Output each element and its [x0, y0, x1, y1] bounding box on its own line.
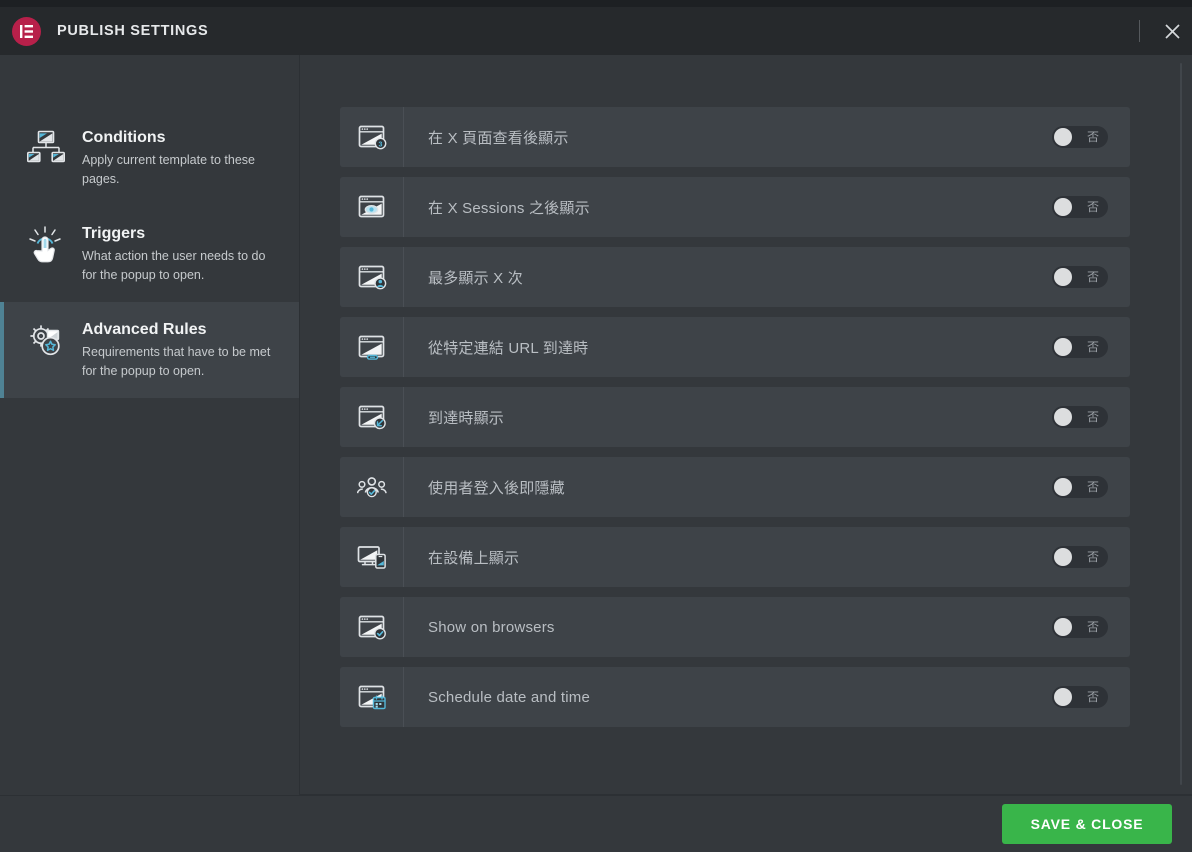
rule-row: 使用者登入後即隱藏 否 — [340, 457, 1130, 517]
toggle-knob — [1054, 128, 1072, 146]
toggle-show-after-x-page-views[interactable]: 否 — [1052, 126, 1108, 148]
sidebar-item-title: Triggers — [82, 225, 146, 242]
users-group-icon — [340, 457, 404, 517]
rule-row: 最多顯示 X 次 否 — [340, 247, 1130, 307]
rule-row: 到達時顯示 否 — [340, 387, 1130, 447]
toggle-knob — [1054, 268, 1072, 286]
sidebar: Conditions Apply current template to the… — [0, 55, 300, 795]
rule-label: 到達時顯示 — [428, 409, 505, 427]
toggle-show-after-x-sessions[interactable]: 否 — [1052, 196, 1108, 218]
sidebar-item-desc: Apply current template to these pages. — [82, 153, 256, 186]
toggle-label: 否 — [1086, 200, 1099, 214]
rule-row: Show on browsers 否 — [340, 597, 1130, 657]
toggle-label: 否 — [1086, 130, 1099, 144]
rule-switch-cell: 否 — [1052, 317, 1130, 377]
click-hand-icon — [23, 223, 69, 264]
toggle-label: 否 — [1086, 690, 1099, 704]
toggle-knob — [1054, 618, 1072, 636]
rule-switch-cell: 否 — [1052, 527, 1130, 587]
rule-switch-cell: 否 — [1052, 247, 1130, 307]
rule-label: 在設備上顯示 — [428, 549, 520, 567]
sitemap-screens-icon — [23, 127, 69, 166]
sidebar-item-title: Conditions — [82, 129, 166, 146]
toggle-knob — [1054, 338, 1072, 356]
rule-label: Schedule date and time — [428, 688, 591, 706]
toggle-show-on-devices[interactable]: 否 — [1052, 546, 1108, 568]
rule-row: 3 在 X 頁面查看後顯示 否 — [340, 107, 1130, 167]
elementor-logo-icon — [12, 16, 41, 46]
toggle-knob — [1054, 198, 1072, 216]
rule-switch-cell: 否 — [1052, 387, 1130, 447]
sidebar-item-text: Conditions Apply current template to the… — [69, 127, 277, 189]
toggle-knob — [1054, 688, 1072, 706]
rule-row: 從特定連結 URL 到達時 否 — [340, 317, 1130, 377]
sidebar-item-desc: Requirements that have to be met for the… — [82, 345, 271, 378]
content-scrollbar[interactable] — [1180, 63, 1182, 785]
toggle-show-on-browsers[interactable]: 否 — [1052, 616, 1108, 638]
rule-row: 在 X Sessions 之後顯示 否 — [340, 177, 1130, 237]
rule-label: 從特定連結 URL 到達時 — [428, 339, 589, 357]
sidebar-item-text: Triggers What action the user needs to d… — [69, 223, 277, 285]
rule-label: 使用者登入後即隱藏 — [428, 479, 565, 497]
toggle-label: 否 — [1086, 270, 1099, 284]
rule-row: Schedule date and time 否 — [340, 667, 1130, 727]
rule-switch-cell: 否 — [1052, 177, 1130, 237]
rule-label: Show on browsers — [428, 618, 555, 636]
toggle-label: 否 — [1086, 550, 1099, 564]
browser-check-icon — [340, 597, 404, 657]
svg-text:3: 3 — [378, 141, 382, 148]
toggle-show-on-arrival[interactable]: 否 — [1052, 406, 1108, 428]
browser-eye-icon — [340, 177, 404, 237]
modal-footer: SAVE & CLOSE — [0, 795, 1192, 852]
browser-arrow-icon — [340, 387, 404, 447]
sidebar-item-triggers[interactable]: Triggers What action the user needs to d… — [0, 206, 299, 302]
toggle-label: 否 — [1086, 480, 1099, 494]
rules-panel: 3 在 X 頁面查看後顯示 否 在 X Sessions 之後顯示 否 最多顯示… — [300, 55, 1192, 795]
toggle-knob — [1054, 478, 1072, 496]
toggle-knob — [1054, 408, 1072, 426]
toggle-show-up-to-x-times[interactable]: 否 — [1052, 266, 1108, 288]
header-divider — [1139, 20, 1140, 42]
modal-header: PUBLISH SETTINGS — [0, 7, 1192, 55]
modal-body: Conditions Apply current template to the… — [0, 55, 1192, 795]
toggle-when-arriving-from-url[interactable]: 否 — [1052, 336, 1108, 358]
close-button[interactable] — [1152, 7, 1192, 55]
browser-link-icon — [340, 317, 404, 377]
sidebar-item-title: Advanced Rules — [82, 321, 207, 338]
publish-settings-modal: PUBLISH SETTINGS Conditions Apply curren… — [0, 0, 1192, 852]
rule-switch-cell: 否 — [1052, 597, 1130, 657]
browser-calendar-icon — [340, 667, 404, 727]
page-title: PUBLISH SETTINGS — [57, 23, 209, 39]
page-background-strip — [0, 0, 1192, 7]
devices-icon — [340, 527, 404, 587]
sidebar-item-conditions[interactable]: Conditions Apply current template to the… — [0, 110, 299, 206]
gear-star-icon — [23, 319, 69, 360]
rule-switch-cell: 否 — [1052, 667, 1130, 727]
rule-switch-cell: 否 — [1052, 107, 1130, 167]
save-and-close-button[interactable]: SAVE & CLOSE — [1002, 804, 1172, 844]
sidebar-item-advanced-rules[interactable]: Advanced Rules Requirements that have to… — [0, 302, 299, 398]
browser-user-icon — [340, 247, 404, 307]
close-icon — [1164, 23, 1180, 39]
rules-list: 3 在 X 頁面查看後顯示 否 在 X Sessions 之後顯示 否 最多顯示… — [340, 107, 1130, 727]
sidebar-item-desc: What action the user needs to do for the… — [82, 249, 266, 282]
sidebar-item-text: Advanced Rules Requirements that have to… — [69, 319, 277, 381]
rule-switch-cell: 否 — [1052, 457, 1130, 517]
toggle-label: 否 — [1086, 620, 1099, 634]
toggle-hide-for-logged-in[interactable]: 否 — [1052, 476, 1108, 498]
rule-label: 最多顯示 X 次 — [428, 269, 523, 287]
toggle-schedule-date-and-time[interactable]: 否 — [1052, 686, 1108, 708]
browser-badge-3-icon: 3 — [340, 107, 404, 167]
rule-label: 在 X 頁面查看後顯示 — [428, 129, 569, 147]
rule-label: 在 X Sessions 之後顯示 — [428, 199, 590, 217]
toggle-label: 否 — [1086, 340, 1099, 354]
toggle-knob — [1054, 548, 1072, 566]
rule-row: 在設備上顯示 否 — [340, 527, 1130, 587]
content-bottom-divider — [300, 794, 1192, 795]
toggle-label: 否 — [1086, 410, 1099, 424]
header-actions — [1139, 7, 1192, 55]
